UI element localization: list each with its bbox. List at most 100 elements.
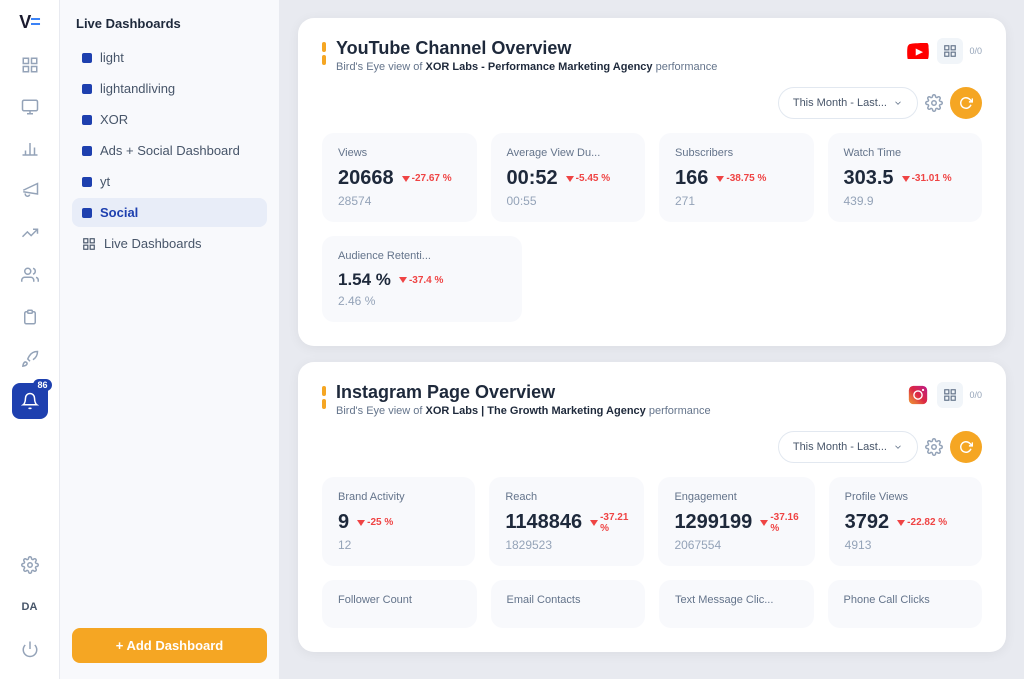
sidebar-item-livedashboards[interactable]: Live Dashboards	[72, 229, 267, 258]
instagram-date-filter-label: This Month - Last...	[793, 441, 887, 453]
metric-views-value: 20668	[338, 167, 394, 190]
metric-subscribers-arrow	[716, 176, 724, 182]
metric-avgview-value: 00:52	[507, 167, 558, 190]
chart-bar-icon[interactable]	[12, 131, 48, 167]
metric-watchtime-current-row: 303.5 -31.01 %	[844, 167, 967, 190]
youtube-refresh-button[interactable]	[950, 87, 982, 119]
dashboard-icon[interactable]	[12, 47, 48, 83]
sidebar-item-light[interactable]: light	[72, 43, 267, 72]
instagram-filter-row: This Month - Last...	[322, 431, 982, 463]
metric-watchtime-label: Watch Time	[844, 147, 967, 159]
users-icon[interactable]	[12, 257, 48, 293]
metric-audience-arrow	[399, 277, 407, 283]
metric-audience: Audience Retenti... 1.54 % -37.4 % 2.46 …	[322, 236, 522, 322]
metric-phone-call: Phone Call Clicks	[828, 580, 983, 628]
metric-reach: Reach 1148846 -37.21 % 1829523	[489, 477, 644, 566]
sidebar-label-livedashboards: Live Dashboards	[104, 236, 202, 251]
youtube-grid-label: 0/0	[969, 46, 982, 57]
metric-avgview-prev: 00:55	[507, 194, 630, 208]
youtube-date-filter[interactable]: This Month - Last...	[778, 87, 918, 119]
metric-engagement-prev: 2067554	[674, 538, 798, 552]
metric-reach-arrow	[590, 520, 598, 526]
sidebar-label-social: Social	[100, 205, 138, 220]
metric-reach-current-row: 1148846 -37.21 %	[505, 511, 628, 534]
metric-profile-views-value: 3792	[845, 511, 890, 534]
metric-subscribers: Subscribers 166 -38.75 % 271	[659, 133, 814, 222]
youtube-title: YouTube Channel Overview	[336, 38, 717, 59]
megaphone-icon[interactable]	[12, 173, 48, 209]
metric-engagement: Engagement 1299199 -37.16 % 2067554	[658, 477, 814, 566]
gauge-icon[interactable]	[12, 89, 48, 125]
instagram-date-filter[interactable]: This Month - Last...	[778, 431, 918, 463]
metric-profile-views-current-row: 3792 -22.82 %	[845, 511, 966, 534]
instagram-settings-button[interactable]	[918, 431, 950, 463]
metric-audience-prev: 2.46 %	[338, 294, 506, 308]
metric-audience-current-row: 1.54 % -37.4 %	[338, 270, 506, 290]
metric-profile-views: Profile Views 3792 -22.82 % 4913	[829, 477, 982, 566]
metric-text-msg-label: Text Message Clic...	[675, 594, 798, 606]
metric-brand-activity-current-row: 9 -25 %	[338, 511, 459, 534]
power-icon[interactable]	[12, 631, 48, 667]
sidebar-item-xor[interactable]: XOR	[72, 105, 267, 134]
metric-profile-views-prev: 4913	[845, 538, 966, 552]
sidebar-title: Live Dashboards	[72, 16, 267, 31]
sidebar-dot-ads	[82, 146, 92, 156]
stripe-line-2	[322, 55, 326, 65]
metric-views-prev: 28574	[338, 194, 461, 208]
metric-views: Views 20668 -27.67 % 28574	[322, 133, 477, 222]
metric-engagement-label: Engagement	[674, 491, 798, 503]
sidebar-item-social[interactable]: Social	[72, 198, 267, 227]
youtube-header-right: 0/0	[905, 38, 982, 64]
instagram-dashboard-card: Instagram Page Overview Bird's Eye view …	[298, 362, 1006, 652]
sidebar: Live Dashboards light lightandliving XOR…	[60, 0, 280, 679]
trending-icon[interactable]	[12, 215, 48, 251]
youtube-date-filter-label: This Month - Last...	[793, 97, 887, 109]
metric-views-change: -27.67 %	[402, 173, 452, 184]
metric-avgview-change: -5.45 %	[566, 173, 610, 184]
youtube-grid-button[interactable]	[937, 38, 963, 64]
instagram-grid-button[interactable]	[937, 382, 963, 408]
instagram-platform-icon	[905, 382, 931, 408]
sidebar-item-ads[interactable]: Ads + Social Dashboard	[72, 136, 267, 165]
instagram-grid-label: 0/0	[969, 390, 982, 401]
notification-badge: 86	[33, 379, 51, 391]
sidebar-dot-yt	[82, 177, 92, 187]
metric-email-contacts: Email Contacts	[491, 580, 646, 628]
metric-subscribers-prev: 271	[675, 194, 798, 208]
instagram-title: Instagram Page Overview	[336, 382, 711, 403]
da-button[interactable]: DA	[12, 589, 48, 625]
metric-subscribers-value: 166	[675, 167, 708, 190]
metric-watchtime: Watch Time 303.5 -31.01 % 439.9	[828, 133, 983, 222]
metric-views-label: Views	[338, 147, 461, 159]
notification-icon[interactable]: 86	[12, 383, 48, 419]
metric-avgview-current-row: 00:52 -5.45 %	[507, 167, 630, 190]
instagram-metrics-bottom: Follower Count Email Contacts Text Messa…	[322, 580, 982, 628]
metric-engagement-arrow	[760, 520, 768, 526]
youtube-settings-button[interactable]	[918, 87, 950, 119]
sidebar-item-yt[interactable]: yt	[72, 167, 267, 196]
rocket-icon[interactable]	[12, 341, 48, 377]
sidebar-label-ads: Ads + Social Dashboard	[100, 143, 240, 158]
metric-watchtime-arrow	[902, 176, 910, 182]
metric-views-current-row: 20668 -27.67 %	[338, 167, 461, 190]
instagram-refresh-button[interactable]	[950, 431, 982, 463]
metric-follower-count: Follower Count	[322, 580, 477, 628]
youtube-platform-icon	[905, 38, 931, 64]
cog-icon[interactable]	[12, 547, 48, 583]
icon-rail: V=	[0, 0, 60, 679]
sidebar-label-lightandliving: lightandliving	[100, 81, 175, 96]
youtube-metrics-row2: Audience Retenti... 1.54 % -37.4 % 2.46 …	[322, 236, 982, 322]
clipboard-icon[interactable]	[12, 299, 48, 335]
sidebar-label-xor: XOR	[100, 112, 128, 127]
metric-subscribers-current-row: 166 -38.75 %	[675, 167, 798, 190]
add-dashboard-button[interactable]: + Add Dashboard	[72, 628, 267, 663]
main-content: YouTube Channel Overview Bird's Eye view…	[280, 0, 1024, 679]
metric-profile-views-arrow	[897, 520, 905, 526]
metric-audience-change: -37.4 %	[399, 275, 443, 286]
instagram-subtitle: Bird's Eye view of XOR Labs | The Growth…	[336, 405, 711, 417]
metric-reach-label: Reach	[505, 491, 628, 503]
instagram-stripe-1	[322, 386, 326, 396]
metric-reach-prev: 1829523	[505, 538, 628, 552]
instagram-stripe-2	[322, 399, 326, 409]
sidebar-item-lightandliving[interactable]: lightandliving	[72, 74, 267, 103]
